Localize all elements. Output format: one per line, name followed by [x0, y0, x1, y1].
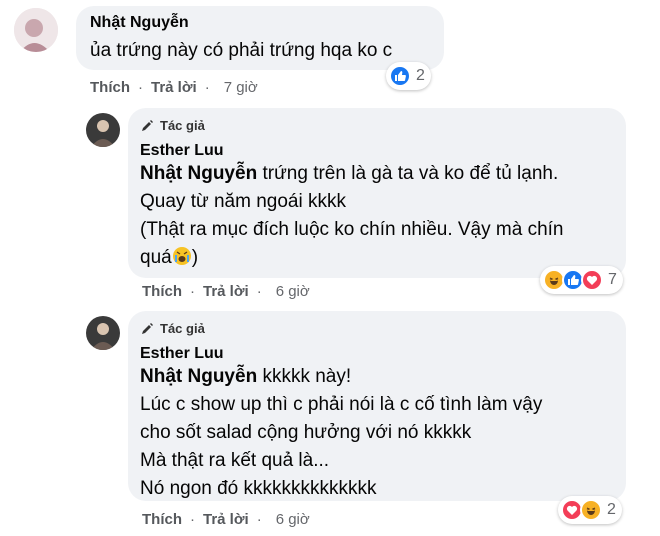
- comment-line: Lúc c show up thì c phải nói là c cố tìn…: [140, 394, 543, 415]
- comment-line: Nhật Nguyễn trứng trên là gà ta và ko để…: [140, 160, 620, 188]
- separator: ·: [256, 511, 262, 528]
- separator: ·: [138, 79, 143, 96]
- comment-text: Nhật Nguyễn kkkkk này! Lúc c show up thì…: [140, 363, 620, 503]
- comment-line: Nó ngon đó kkkkkkkkkkkkkk: [140, 478, 377, 499]
- comment-line-text: kkkkk này!: [257, 366, 352, 387]
- comment-line: Nhật Nguyễn kkkkk này!: [140, 363, 620, 391]
- comment-actions-3: Thích · Trả lời · 6 giờ: [142, 511, 310, 528]
- author-badge: Tác giả: [140, 321, 205, 336]
- separator: ·: [190, 511, 195, 528]
- comment-line: cho sốt salad cộng hưởng với nó kkkkk: [140, 422, 472, 443]
- author-badge-label: Tác giả: [160, 321, 205, 336]
- comment-line: Quay từ năm ngoái kkkk: [140, 191, 346, 212]
- love-reaction-icon: [581, 269, 603, 291]
- reaction-summary-2[interactable]: 7: [540, 266, 623, 294]
- reaction-count: 2: [607, 501, 616, 518]
- reply-button[interactable]: Trả lời: [203, 511, 249, 528]
- like-button[interactable]: Thích: [142, 283, 182, 300]
- reaction-summary-1[interactable]: 2: [386, 62, 431, 90]
- comment-line: Mà thật ra kết quả là...: [140, 450, 330, 471]
- comment-line-text: trứng trên là gà ta và ko để tủ lạnh.: [257, 163, 559, 184]
- pencil-icon: [142, 322, 153, 334]
- separator: ·: [190, 283, 195, 300]
- like-reaction-icon: [389, 65, 411, 87]
- separator: ·: [256, 283, 262, 300]
- comment-line: (Thật ra mục đích luộc ko chín nhiều. Vậ…: [140, 219, 564, 240]
- comment-line-text: ): [191, 247, 199, 268]
- like-button[interactable]: Thích: [90, 79, 130, 96]
- comment-text: Nhật Nguyễn trứng trên là gà ta và ko để…: [140, 160, 620, 272]
- commenter-name[interactable]: Nhật Nguyễn: [90, 14, 189, 32]
- separator: ·: [204, 79, 210, 96]
- comment-bubble-1: Nhật Nguyễn ủa trứng này có phải trứng h…: [76, 6, 444, 70]
- crying-emoji-icon: [172, 247, 191, 265]
- reply-button[interactable]: Trả lời: [151, 79, 197, 96]
- avatar-esther-luu[interactable]: [86, 113, 120, 147]
- like-button[interactable]: Thích: [142, 511, 182, 528]
- mention-link[interactable]: Nhật Nguyễn: [140, 366, 257, 387]
- comment-actions-2: Thích · Trả lời · 6 giờ: [142, 283, 310, 300]
- avatar-nhat-nguyen[interactable]: [14, 8, 58, 52]
- reaction-count: 7: [608, 271, 617, 288]
- timestamp[interactable]: 7 giờ: [224, 79, 258, 96]
- haha-reaction-icon: [580, 499, 602, 521]
- commenter-name[interactable]: Esther Luu: [140, 142, 224, 160]
- avatar-image: [86, 316, 120, 350]
- pencil-icon: [142, 119, 153, 131]
- reply-button[interactable]: Trả lời: [203, 283, 249, 300]
- mention-link[interactable]: Nhật Nguyễn: [140, 163, 257, 184]
- timestamp[interactable]: 6 giờ: [276, 283, 310, 300]
- commenter-name[interactable]: Esther Luu: [140, 345, 224, 363]
- comment-bubble-2: Tác giả Esther Luu Nhật Nguyễn trứng trê…: [128, 108, 626, 278]
- comment-line-text: quá: [140, 247, 172, 268]
- reaction-count: 2: [416, 67, 425, 84]
- comment-actions-1: Thích · Trả lời · 7 giờ: [90, 79, 258, 96]
- timestamp[interactable]: 6 giờ: [276, 511, 310, 528]
- comment-bubble-3: Tác giả Esther Luu Nhật Nguyễn kkkkk này…: [128, 311, 626, 501]
- author-badge: Tác giả: [140, 118, 205, 133]
- avatar-image: [86, 113, 120, 147]
- reaction-summary-3[interactable]: 2: [558, 496, 622, 524]
- comment-text: ủa trứng này có phải trứng hqa ko c: [90, 40, 393, 61]
- author-badge-label: Tác giả: [160, 118, 205, 133]
- avatar-image: [14, 8, 58, 52]
- avatar-esther-luu[interactable]: [86, 316, 120, 350]
